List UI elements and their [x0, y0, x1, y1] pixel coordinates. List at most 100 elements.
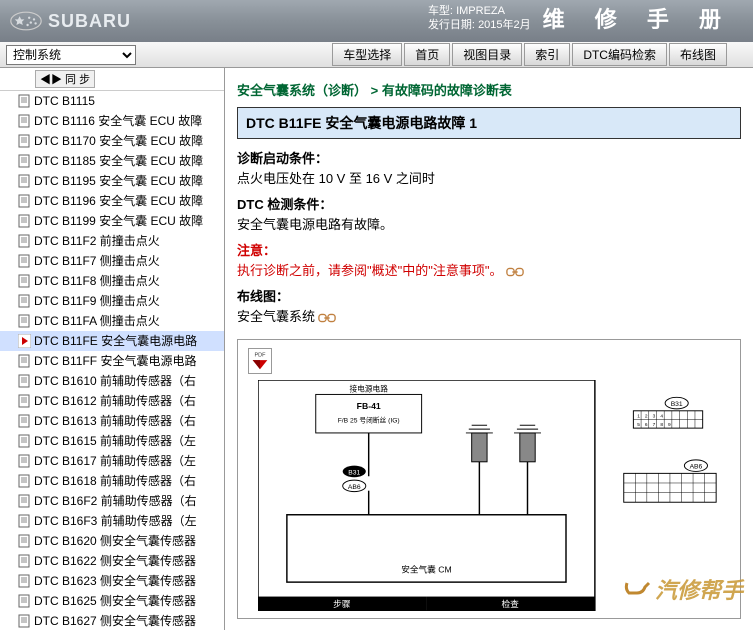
nav-btn-车型选择[interactable]: 车型选择: [332, 43, 402, 66]
tree-item[interactable]: DTC B1620 侧安全气囊传感器: [0, 531, 224, 551]
svg-text:AB6: AB6: [690, 464, 703, 471]
tree-item-label: DTC B1622 侧安全气囊传感器: [34, 552, 196, 570]
system-dropdown[interactable]: 控制系统: [6, 45, 136, 65]
tree-item[interactable]: DTC B16F2 前辅助传感器（右: [0, 491, 224, 511]
tree-item-label: DTC B1613 前辅助传感器（右: [34, 412, 196, 430]
tree-item[interactable]: DTC B1627 侧安全气囊传感器: [0, 611, 224, 630]
nav-btn-DTC编码检索[interactable]: DTC编码检索: [572, 43, 667, 66]
document-icon: [18, 274, 31, 288]
svg-text:9: 9: [668, 422, 671, 428]
sync-button[interactable]: ◀▶ 同 步: [35, 70, 95, 88]
svg-text:1: 1: [637, 414, 640, 420]
tree-item-label: DTC B1627 侧安全气囊传感器: [34, 612, 196, 630]
toolbar: 控制系统 车型选择首页视图目录索引DTC编码检索布线图: [0, 42, 753, 68]
tree-item[interactable]: DTC B1613 前辅助传感器（右: [0, 411, 224, 431]
document-icon: [18, 534, 31, 548]
tree-item[interactable]: DTC B1170 安全气囊 ECU 故障: [0, 131, 224, 151]
document-icon: [18, 494, 31, 508]
tree-item-label: DTC B1623 侧安全气囊传感器: [34, 572, 196, 590]
tree-item[interactable]: DTC B1195 安全气囊 ECU 故障: [0, 171, 224, 191]
document-icon: [18, 214, 31, 228]
tree-item-label: DTC B1618 前辅助传感器（右: [34, 472, 196, 490]
svg-text:F/B 25 号闭断丝 (IG): F/B 25 号闭断丝 (IG): [338, 415, 400, 424]
nav-btn-布线图[interactable]: 布线图: [669, 43, 727, 66]
tree-item[interactable]: DTC B1610 前辅助传感器（右: [0, 371, 224, 391]
tree-item-label: DTC B1185 安全气囊 ECU 故障: [34, 152, 203, 170]
tree-item-label: DTC B1116 安全气囊 ECU 故障: [34, 112, 202, 130]
document-icon: [18, 374, 31, 388]
document-icon: [18, 614, 31, 628]
model-info: 车型: IMPREZA 发行日期: 2015年2月: [428, 4, 531, 32]
brand-text: SUBARU: [48, 11, 131, 32]
tree-item[interactable]: DTC B1618 前辅助传感器（右: [0, 471, 224, 491]
tree-item-label: DTC B1199 安全气囊 ECU 故障: [34, 212, 203, 230]
tree-item[interactable]: DTC B1196 安全气囊 ECU 故障: [0, 191, 224, 211]
nav-btn-视图目录[interactable]: 视图目录: [452, 43, 522, 66]
tree-item-label: DTC B1625 侧安全气囊传感器: [34, 592, 196, 610]
tree-item[interactable]: DTC B11F9 侧撞击点火: [0, 291, 224, 311]
document-icon: [18, 194, 31, 208]
tree-item-label: DTC B16F3 前辅助传感器（左: [34, 512, 197, 530]
tree-item-label: DTC B11FE 安全气囊电源电路: [34, 332, 197, 350]
tree-item[interactable]: DTC B1612 前辅助传感器（右: [0, 391, 224, 411]
tree-item[interactable]: DTC B1617 前辅助传感器（左: [0, 451, 224, 471]
svg-text:接电源电路: 接电源电路: [349, 384, 388, 394]
tree-item[interactable]: DTC B11FE 安全气囊电源电路: [0, 331, 224, 351]
tree-item[interactable]: DTC B11FA 侧撞击点火: [0, 311, 224, 331]
tree-item[interactable]: DTC B1115: [0, 91, 224, 111]
app-header: SUBARU 车型: IMPREZA 发行日期: 2015年2月 维 修 手 册: [0, 0, 753, 42]
content-pane: 安全气囊系统（诊断） > 有故障码的故障诊断表 DTC B11FE 安全气囊电源…: [225, 68, 753, 630]
nav-btn-首页[interactable]: 首页: [404, 43, 450, 66]
document-icon: [18, 94, 31, 108]
document-icon: [18, 394, 31, 408]
tree-item[interactable]: DTC B11F8 侧撞击点火: [0, 271, 224, 291]
tree-item-label: DTC B1617 前辅助传感器（左: [34, 452, 196, 470]
tree-item[interactable]: DTC B1615 前辅助传感器（左: [0, 431, 224, 451]
link-icon[interactable]: [318, 312, 336, 324]
tree-item[interactable]: DTC B1625 侧安全气囊传感器: [0, 591, 224, 611]
svg-text:安全气囊 CM: 安全气囊 CM: [401, 564, 452, 575]
dtc-tree: DTC B1115 DTC B1116 安全气囊 ECU 故障DTC B1170…: [0, 91, 224, 630]
tree-item[interactable]: DTC B11F2 前撞击点火: [0, 231, 224, 251]
svg-text:6: 6: [645, 422, 648, 428]
svg-text:3: 3: [653, 414, 656, 420]
tree-item-label: DTC B11F8 侧撞击点火: [34, 272, 160, 290]
svg-text:8: 8: [660, 422, 663, 428]
document-icon: [18, 594, 31, 608]
svg-text:7: 7: [653, 422, 656, 428]
breadcrumb: 安全气囊系统（诊断） > 有故障码的故障诊断表: [237, 76, 741, 107]
tree-item[interactable]: DTC B1199 安全气囊 ECU 故障: [0, 211, 224, 231]
document-icon: [18, 554, 31, 568]
svg-text:B31: B31: [671, 401, 683, 408]
svg-text:PDF: PDF: [255, 352, 267, 358]
tree-item-label: DTC B1620 侧安全气囊传感器: [34, 532, 196, 550]
nav-buttons: 车型选择首页视图目录索引DTC编码检索布线图: [332, 43, 727, 66]
document-icon: [18, 294, 31, 308]
tree-item-label: DTC B11FA 侧撞击点火: [34, 312, 160, 330]
tree-item[interactable]: DTC B16F3 前辅助传感器（左: [0, 511, 224, 531]
link-icon[interactable]: [506, 266, 524, 278]
svg-text:检查: 检查: [502, 598, 520, 609]
dtc-detect-label: DTC 检测条件：: [237, 197, 332, 212]
caution-text: 执行诊断之前，请参阅"概述"中的"注意事项"。: [237, 263, 502, 278]
wiring-text: 安全气囊系统: [237, 309, 315, 324]
brand-logo: SUBARU: [10, 11, 131, 32]
document-icon: [18, 254, 31, 268]
document-icon: [18, 434, 31, 448]
tree-item-label: DTC B1115: [34, 92, 95, 110]
document-icon: [18, 134, 31, 148]
tree-item[interactable]: DTC B1116 安全气囊 ECU 故障: [0, 111, 224, 131]
nav-btn-索引[interactable]: 索引: [524, 43, 570, 66]
watermark: 汽修帮手: [623, 573, 743, 605]
tree-item[interactable]: DTC B1185 安全气囊 ECU 故障: [0, 151, 224, 171]
pdf-icon[interactable]: PDF: [248, 348, 272, 374]
document-icon: [18, 414, 31, 428]
tree-item-label: DTC B1195 安全气囊 ECU 故障: [34, 172, 203, 190]
document-icon: [18, 154, 31, 168]
caution-label: 注意：: [237, 243, 276, 258]
tree-item[interactable]: DTC B1623 侧安全气囊传感器: [0, 571, 224, 591]
tree-item[interactable]: DTC B1622 侧安全气囊传感器: [0, 551, 224, 571]
document-icon: [18, 354, 31, 368]
tree-item[interactable]: DTC B11F7 侧撞击点火: [0, 251, 224, 271]
tree-item[interactable]: DTC B11FF 安全气囊电源电路: [0, 351, 224, 371]
